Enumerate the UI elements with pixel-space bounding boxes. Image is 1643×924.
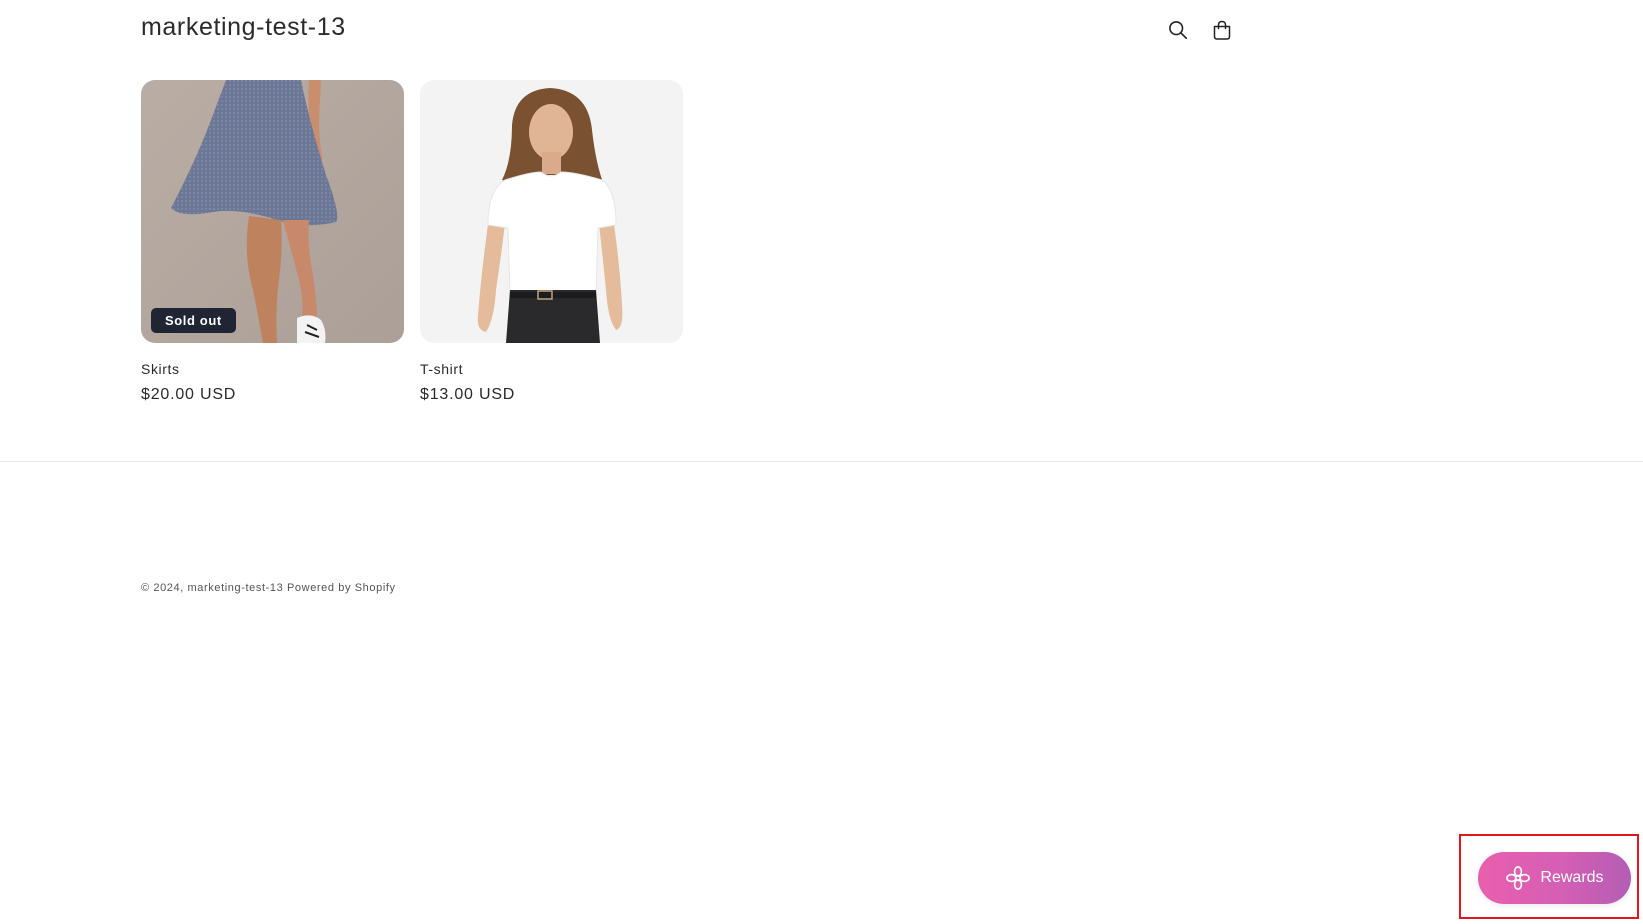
footer-divider xyxy=(0,461,1643,462)
search-icon xyxy=(1169,21,1188,40)
footer-store-link[interactable]: marketing-test-13 xyxy=(188,582,284,594)
site-header: marketing-test-13 xyxy=(0,0,1643,60)
product-card-tshirt[interactable]: T-shirt $13.00 USD xyxy=(420,80,683,404)
product-price: $13.00 USD xyxy=(420,386,516,403)
cart-button[interactable] xyxy=(1208,16,1236,44)
rewards-button[interactable]: Rewards xyxy=(1478,852,1631,904)
storefront-page: marketing-test-13 Sold out Skirts $20.00… xyxy=(0,0,1643,924)
powered-by-shopify-link[interactable]: Powered by Shopify xyxy=(287,582,396,594)
sold-out-badge: Sold out xyxy=(151,308,236,333)
flower-icon xyxy=(1505,865,1531,891)
skirt-photo xyxy=(141,80,404,343)
footer-copyright: © 2024, marketing-test-13 Powered by Sho… xyxy=(141,582,396,594)
product-title[interactable]: T-shirt xyxy=(420,361,683,377)
product-card-skirts[interactable]: Sold out Skirts $20.00 USD xyxy=(141,80,404,404)
product-image-skirts[interactable]: Sold out xyxy=(141,80,404,343)
tshirt-photo xyxy=(420,80,683,343)
rewards-label: Rewards xyxy=(1540,869,1604,886)
copyright-text: © 2024, xyxy=(141,582,184,594)
product-image-tshirt[interactable] xyxy=(420,80,683,343)
cart-icon xyxy=(1213,20,1231,40)
product-title[interactable]: Skirts xyxy=(141,361,404,377)
product-price: $20.00 USD xyxy=(141,386,237,403)
search-button[interactable] xyxy=(1164,16,1192,44)
store-title-link[interactable]: marketing-test-13 xyxy=(141,13,346,42)
